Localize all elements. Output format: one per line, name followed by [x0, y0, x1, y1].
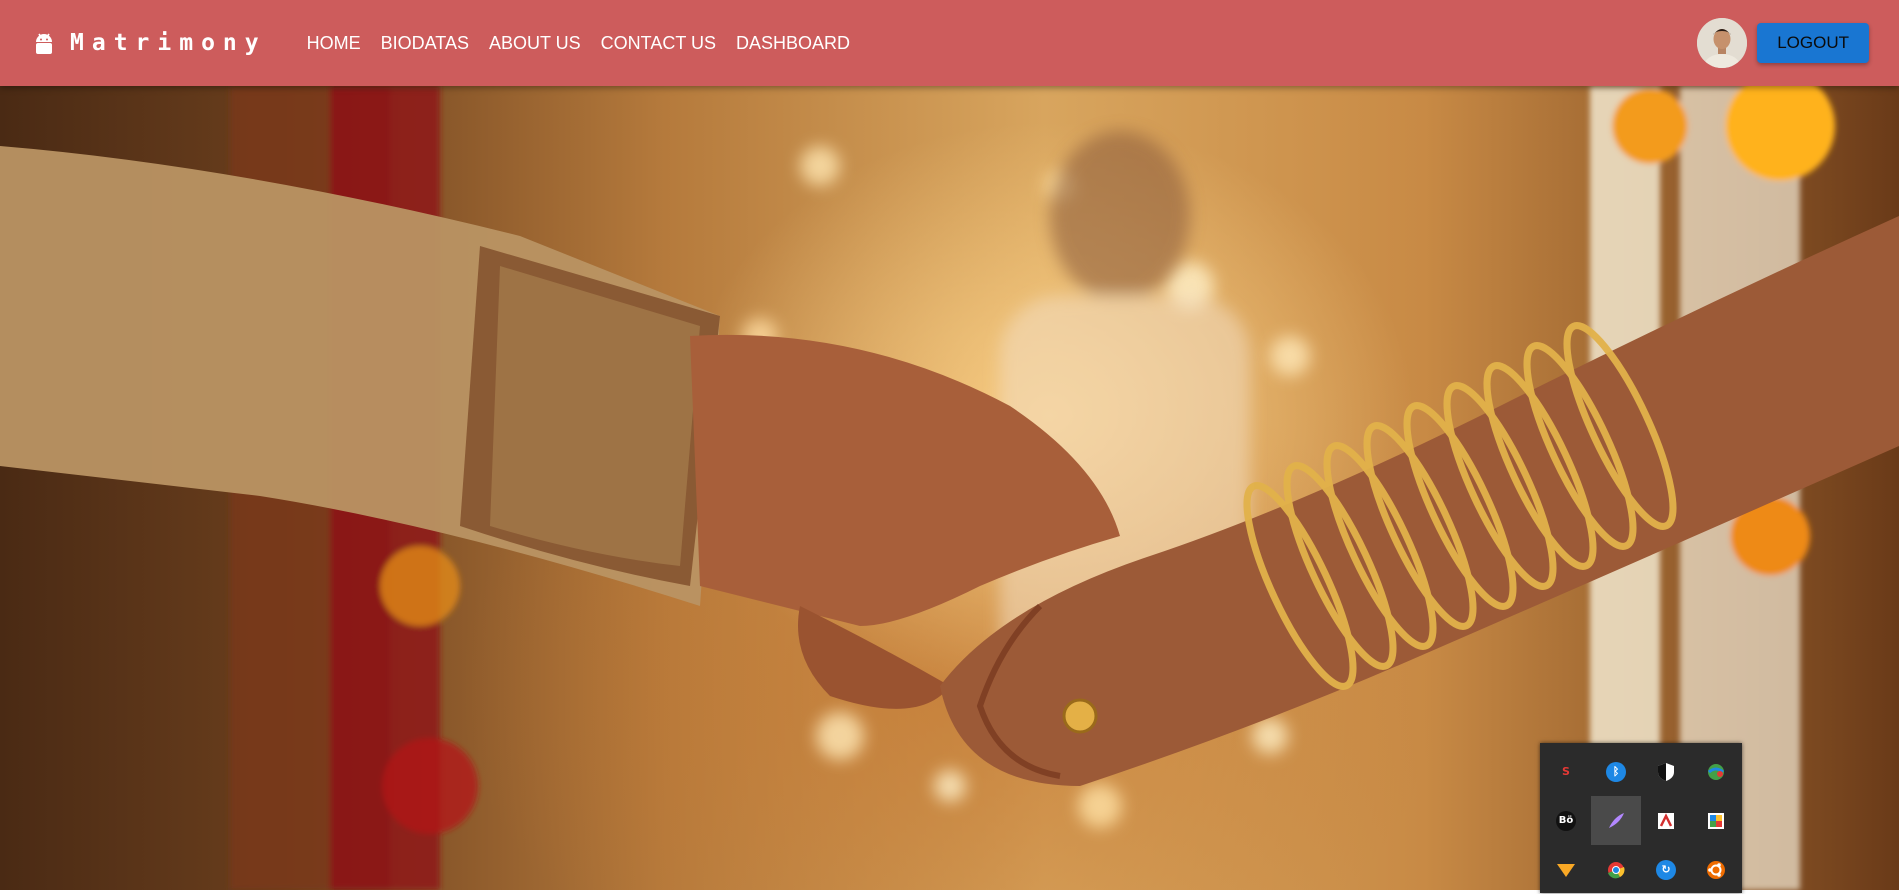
tray-item[interactable] — [1641, 747, 1691, 796]
network-globe-icon — [1706, 762, 1726, 782]
security-shield-icon — [1656, 762, 1676, 782]
ubuntu-icon — [1706, 860, 1726, 880]
tray-item[interactable] — [1691, 845, 1741, 894]
audio-app-icon: Bö — [1556, 810, 1576, 831]
user-area: LOGOUT — [1697, 18, 1869, 68]
tray-item[interactable] — [1541, 845, 1591, 894]
vlc-cone-icon — [1556, 860, 1576, 880]
tray-item[interactable]: Bö — [1541, 796, 1591, 845]
android-icon — [34, 28, 56, 58]
brand[interactable]: Matrimony — [34, 28, 267, 58]
app-bar: Matrimony HOME BIODATAS ABOUT US CONTACT… — [0, 0, 1899, 86]
chrome-icon — [1606, 860, 1626, 880]
tray-item[interactable] — [1641, 796, 1691, 845]
logout-button[interactable]: LOGOUT — [1757, 23, 1869, 63]
nav-contact-us[interactable]: CONTACT US — [591, 27, 726, 60]
tray-item[interactable]: ↻ — [1641, 845, 1691, 894]
pen-feather-icon — [1606, 811, 1626, 831]
system-tray-overflow: S ᛒ Bö ↻ — [1540, 743, 1742, 893]
nav-dashboard[interactable]: DASHBOARD — [726, 27, 860, 60]
acrobat-icon — [1656, 811, 1676, 831]
tray-item[interactable] — [1691, 747, 1741, 796]
tray-item[interactable]: S — [1541, 747, 1591, 796]
tray-item[interactable] — [1591, 845, 1641, 894]
tray-item[interactable] — [1691, 796, 1741, 845]
nav-biodatas[interactable]: BIODATAS — [371, 27, 479, 60]
tray-item[interactable] — [1591, 796, 1641, 845]
photos-icon — [1706, 811, 1726, 831]
main-nav: HOME BIODATAS ABOUT US CONTACT US DASHBO… — [295, 27, 860, 60]
tray-item[interactable]: ᛒ — [1591, 747, 1641, 796]
nav-home[interactable]: HOME — [295, 27, 371, 60]
brand-name: Matrimony — [70, 30, 267, 56]
avatar[interactable] — [1697, 18, 1748, 68]
bluetooth-icon: ᛒ — [1606, 761, 1626, 782]
sync-app-icon: S — [1562, 765, 1570, 778]
nav-about-us[interactable]: ABOUT US — [479, 27, 591, 60]
refresh-app-icon: ↻ — [1656, 859, 1676, 880]
